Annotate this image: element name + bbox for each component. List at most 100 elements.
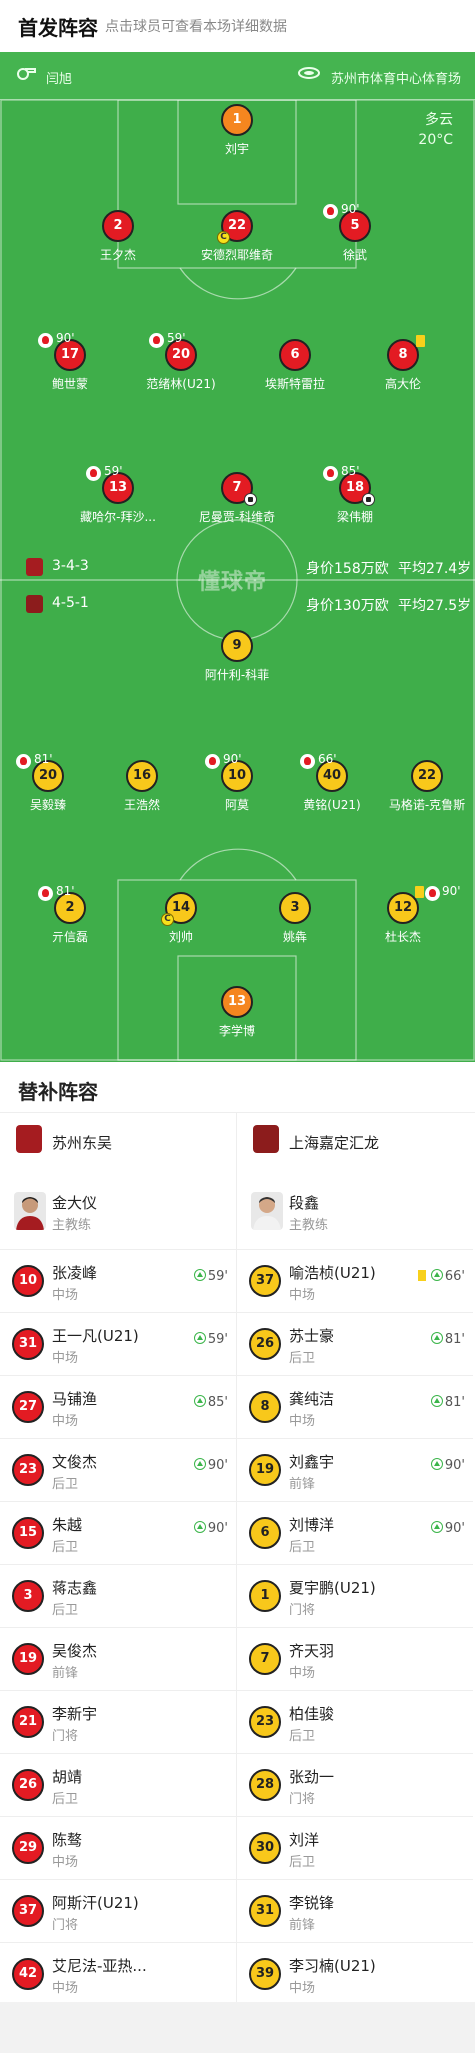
player-name: 张凌峰 [52, 1264, 98, 1282]
sub-player-row[interactable]: 27 马铺渔 中场 85' [0, 1375, 236, 1437]
player-number: 31 [249, 1895, 281, 1927]
player-name: 安德烈耶维奇 [200, 248, 273, 262]
sub-player-row[interactable]: 21 李新宇 门将 [0, 1690, 236, 1752]
sub-player-row[interactable]: 6 刘博洋 后卫 90' [237, 1501, 473, 1563]
player-number: 27 [12, 1391, 44, 1423]
sub-player-row[interactable]: 23 柏佳骏 后卫 [237, 1690, 473, 1752]
sub-in-info: 90' [430, 1458, 465, 1473]
sub-in-time: 90' [207, 1458, 228, 1473]
sub-player-row[interactable]: 37 喻浩桢(U21) 中场 66' [237, 1249, 473, 1311]
sub-player-row[interactable]: 15 朱越 后卫 90' [0, 1501, 236, 1563]
sub-in-icon [430, 1458, 443, 1470]
player-position: 前锋 [289, 1918, 316, 1933]
sub-in-icon [430, 1395, 443, 1407]
player-name: 刘宇 [224, 142, 249, 156]
player-name: 陈骜 [52, 1831, 83, 1849]
player-number: 6 [279, 339, 311, 371]
player-number: 3 [279, 892, 311, 924]
sub-in-icon [193, 1269, 206, 1281]
sub-player-row[interactable]: 39 李习楠(U21) 中场 [237, 1942, 473, 2004]
player-home-9[interactable]: 7 尼曼贾-科维奇 [179, 472, 295, 525]
player-number: 19 [12, 1643, 44, 1675]
sub-in-time: 85' [207, 1395, 228, 1410]
player-name: 龚纯洁 [289, 1390, 335, 1408]
player-position: 中场 [52, 1288, 79, 1303]
player-number: 23 [12, 1454, 44, 1486]
away-team-name: 上海嘉定汇龙 [289, 1134, 380, 1152]
player-name: 齐天羽 [289, 1642, 335, 1660]
player-name: 李学博 [218, 1024, 255, 1038]
player-away-6[interactable]: 2 81' 亓信磊 [12, 884, 128, 945]
sub-player-row[interactable]: 3 蒋志鑫 后卫 [0, 1564, 236, 1626]
home-coach[interactable]: 金大仪 主教练 [0, 1188, 236, 1240]
yellow-card-icon [417, 1270, 426, 1281]
sub-in-time: 81' [444, 1395, 465, 1410]
player-position: 前锋 [52, 1666, 79, 1681]
player-away-9[interactable]: 12 90' 杜长杰 [345, 884, 461, 945]
player-position: 中场 [52, 1351, 79, 1366]
player-away-0[interactable]: 9 阿什利-科菲 [179, 630, 295, 683]
sub-player-row[interactable]: 19 吴俊杰前锋 [0, 1627, 236, 1689]
sub-player-row[interactable]: 31 王一凡(U21) 中场 59' [0, 1312, 236, 1374]
sub-player-row[interactable]: 42 艾尼法-亚热... 中场 [0, 1942, 236, 2004]
player-number: 26 [249, 1328, 281, 1360]
home-team-name: 苏州东吴 [52, 1134, 113, 1152]
sub-in-info: 59' [193, 1269, 228, 1284]
away-team-logo [26, 595, 43, 613]
sub-player-row[interactable]: 23 文俊杰 后卫 90' [0, 1438, 236, 1500]
sub-player-row[interactable]: 10 张凌峰 中场 59' [0, 1249, 236, 1311]
player-position: 中场 [289, 1288, 316, 1303]
coach-name: 金大仪 [52, 1194, 98, 1212]
player-home-2[interactable]: 22 C 安德烈耶维奇 [179, 210, 295, 263]
player-home-8[interactable]: 13 59' 藏哈尔-拜沙... [60, 464, 176, 525]
stadium-icon [298, 67, 320, 79]
sub-player-row[interactable]: 26 胡靖 后卫 [0, 1753, 236, 1815]
sub-player-row[interactable]: 1 夏宇鹏(U21) 门将 [237, 1564, 473, 1626]
player-away-5[interactable]: 22 马格诺-克鲁斯 [369, 760, 475, 813]
player-home-5[interactable]: 20 59' 范绪林(U21) [123, 331, 239, 392]
player-home-4[interactable]: 17 90' 鲍世蒙 [12, 331, 128, 392]
player-away-8[interactable]: 3 姚犇 [237, 892, 353, 945]
page-subtitle: 点击球员可查看本场详细数据 [105, 19, 287, 35]
sub-player-row[interactable]: 26 苏士豪 后卫 81' [237, 1312, 473, 1374]
player-name: 李新宇 [52, 1705, 98, 1723]
player-home-3[interactable]: 5 90' 徐武 [297, 202, 413, 263]
away-coach[interactable]: 段鑫 主教练 [237, 1188, 475, 1240]
sub-player-row[interactable]: 37 阿斯汗(U21) 门将 [0, 1879, 236, 1941]
player-home-10[interactable]: 18 85' 梁伟棚 [297, 464, 413, 525]
player-away-7[interactable]: 14 C 刘帅 [123, 892, 239, 945]
sub-player-row[interactable]: 28 张劲一 门将 [237, 1753, 473, 1815]
player-home-7[interactable]: 8 高大伦 [345, 335, 461, 392]
sub-out-time: 81' [56, 884, 75, 898]
player-position: 中场 [52, 1855, 79, 1870]
coach-role: 主教练 [52, 1218, 92, 1233]
sub-player-row[interactable]: 29 陈骜 中场 [0, 1816, 236, 1878]
yellow-card-icon [416, 335, 425, 347]
player-name: 尼曼贾-科维奇 [198, 510, 276, 524]
player-name: 藏哈尔-拜沙... [80, 510, 156, 524]
sub-player-row[interactable]: 19 刘鑫宇 前锋 90' [237, 1438, 473, 1500]
player-name: 刘帅 [168, 930, 193, 944]
player-name: 刘博洋 [289, 1516, 335, 1534]
home-age: 平均27.4岁 [398, 561, 472, 577]
sub-out-time: 90' [341, 202, 360, 216]
player-number: 3 [12, 1580, 44, 1612]
sub-player-row[interactable]: 30 刘洋 后卫 [237, 1816, 473, 1878]
player-position: 门将 [52, 1918, 79, 1933]
player-number: 37 [249, 1265, 281, 1297]
sub-player-row[interactable]: 7 齐天羽 中场 [237, 1627, 473, 1689]
player-home-0[interactable]: 1 刘宇 [179, 104, 295, 157]
player-name: 吴俊杰 [52, 1642, 98, 1660]
player-number: 8 [249, 1391, 281, 1423]
sub-player-row[interactable]: 8 龚纯洁 中场 81' [237, 1375, 473, 1437]
player-name: 王夕杰 [99, 248, 136, 262]
sub-player-row[interactable]: 31 李锐锋 前锋 [237, 1879, 473, 1941]
player-home-6[interactable]: 6 埃斯特雷拉 [237, 339, 353, 392]
whistle-icon [17, 68, 36, 80]
sub-out-icon [38, 333, 53, 348]
player-home-1[interactable]: 2 王夕杰 [60, 210, 176, 263]
player-name: 梁伟棚 [336, 510, 373, 524]
player-position: 后卫 [52, 1603, 79, 1618]
player-away-10[interactable]: 13 李学博 [179, 986, 295, 1039]
away-formation: 4-5-1 [52, 595, 89, 611]
